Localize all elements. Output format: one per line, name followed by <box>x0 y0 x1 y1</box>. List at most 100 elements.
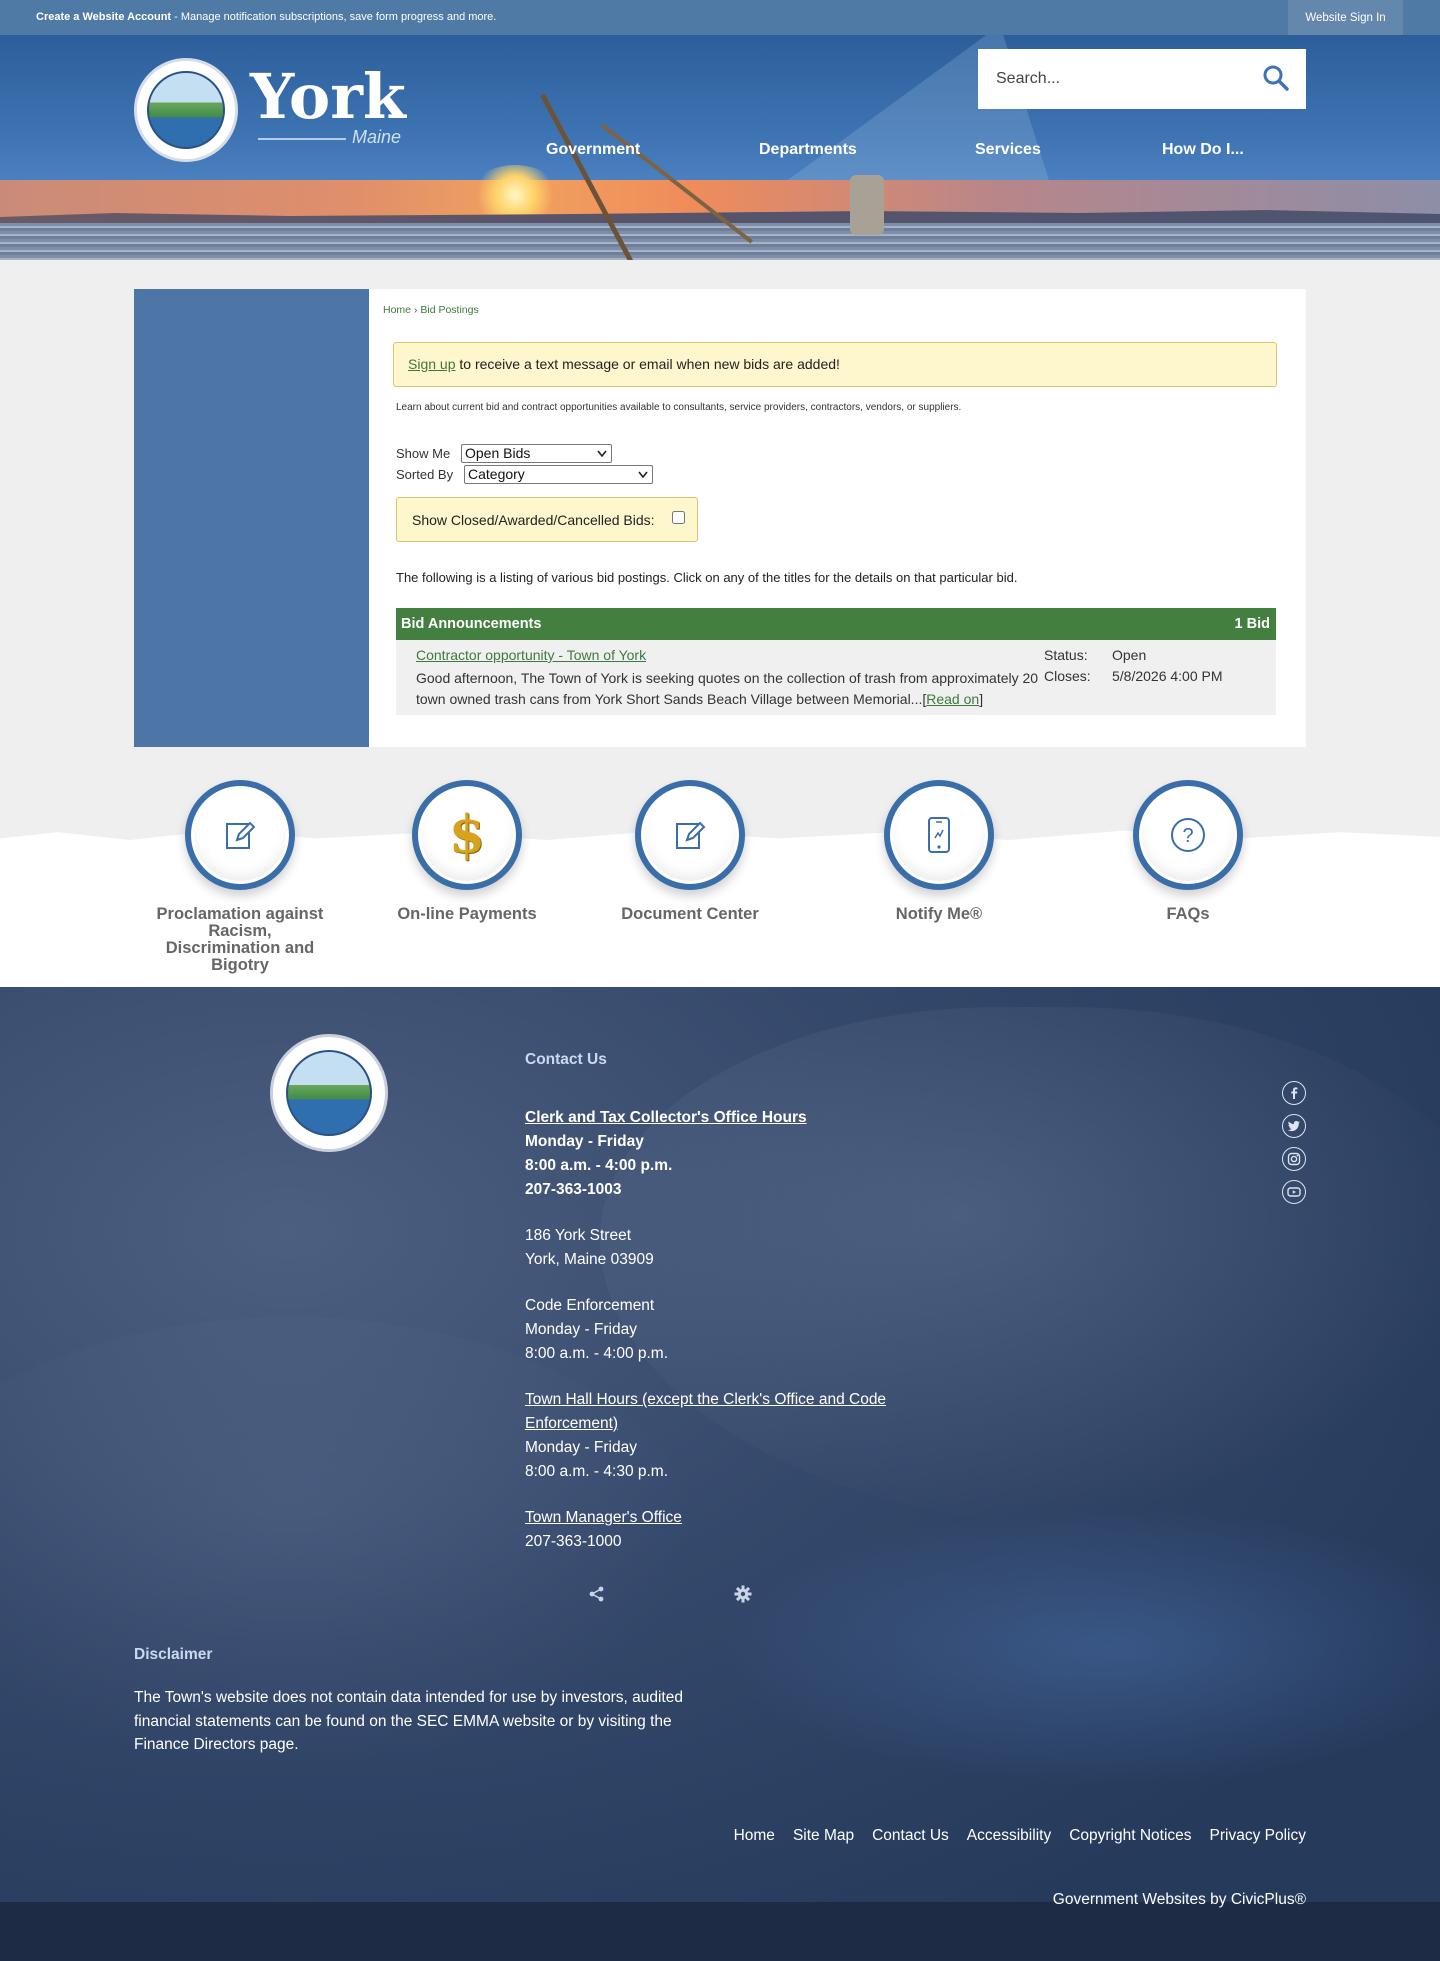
account-description: - Manage notification subscriptions, sav… <box>171 11 497 23</box>
sorted-by-label: Sorted By <box>396 467 454 482</box>
site-logo-wordmark[interactable]: York <box>250 66 406 128</box>
main-content: Home › Bid Postings Sign up to receive a… <box>369 289 1306 747</box>
show-closed-checkbox[interactable] <box>672 511 685 524</box>
search-input[interactable] <box>996 66 1236 92</box>
town-manager-phone: 207-363-1000 <box>525 1533 622 1550</box>
nav-how-do-i[interactable]: How Do I... <box>1162 141 1244 159</box>
instagram-link[interactable] <box>1282 1147 1306 1171</box>
search-button[interactable] <box>1260 63 1292 95</box>
breadcrumb-home[interactable]: Home <box>383 304 411 316</box>
show-me-value: Open Bids <box>465 445 531 461</box>
twitter-icon <box>1287 1121 1300 1132</box>
quick-link-document-center[interactable]: Document Center <box>600 780 780 923</box>
closes-label: Closes: <box>1044 668 1091 684</box>
town-hall-days: Monday - Friday <box>525 1439 637 1456</box>
closes-value: 5/8/2026 4:00 PM <box>1112 668 1223 684</box>
left-sidebar <box>134 289 369 747</box>
disclaimer-heading: Disclaimer <box>134 1646 213 1663</box>
read-on-link[interactable]: Read on <box>926 691 979 707</box>
mobile-phone-icon <box>928 817 950 853</box>
signup-notice: Sign up to receive a text message or ema… <box>393 342 1277 387</box>
town-hall-hours-link[interactable]: Town Hall Hours (except the Clerk's Offi… <box>525 1391 886 1432</box>
footer-town-seal <box>270 1034 388 1152</box>
instagram-icon <box>1287 1152 1301 1166</box>
show-me-label: Show Me <box>396 446 451 461</box>
quick-link-label: On-line Payments <box>397 905 537 923</box>
chevron-down-icon <box>597 450 607 458</box>
search-icon <box>1263 65 1289 91</box>
civicplus-credit[interactable]: Government Websites by CivicPlus® <box>1053 1891 1306 1909</box>
youtube-icon <box>1287 1187 1301 1197</box>
quick-link-label: Notify Me® <box>895 905 983 923</box>
code-enforcement-title: Code Enforcement <box>525 1297 655 1314</box>
clerk-hours-link[interactable]: Clerk and Tax Collector's Office Hours <box>525 1109 807 1126</box>
contact-us-block: Contact Us Clerk and Tax Collector's Off… <box>525 1048 945 1554</box>
breadcrumb-current[interactable]: Bid Postings <box>420 304 478 316</box>
address-line-2: York, Maine 03909 <box>525 1251 654 1268</box>
nav-services[interactable]: Services <box>975 141 1041 159</box>
edit-document-icon <box>226 821 256 849</box>
nav-departments[interactable]: Departments <box>759 141 857 159</box>
town-seal-logo[interactable] <box>134 58 238 162</box>
quick-link-proclamation[interactable]: Proclamation against Racism, Discriminat… <box>150 780 330 974</box>
signup-notice-text: to receive a text message or email when … <box>455 356 840 372</box>
quick-link-label: Proclamation against Racism, Discriminat… <box>156 905 324 974</box>
status-value: Open <box>1112 647 1147 663</box>
facebook-link[interactable] <box>1282 1081 1306 1105</box>
facebook-icon <box>1291 1087 1298 1099</box>
settings-button[interactable] <box>734 1585 752 1608</box>
bid-title-link[interactable]: Contractor opportunity - Town of York <box>416 647 646 663</box>
show-closed-filter: Show Closed/Awarded/Cancelled Bids: <box>396 497 698 542</box>
site-logo-subtitle: Maine <box>352 127 402 147</box>
breadcrumb-separator: › <box>411 304 421 316</box>
listing-note: The following is a listing of various bi… <box>396 570 1018 585</box>
footer-link-contact-us[interactable]: Contact Us <box>872 1827 949 1845</box>
show-closed-label: Show Closed/Awarded/Cancelled Bids: <box>412 512 655 528</box>
bid-count: 1 Bid <box>1234 616 1270 632</box>
sorted-by-value: Category <box>468 466 525 482</box>
question-icon: ? <box>1171 818 1205 852</box>
footer-link-copyright[interactable]: Copyright Notices <box>1069 1827 1191 1845</box>
quick-link-label: FAQs <box>1166 905 1210 923</box>
footer-link-site-map[interactable]: Site Map <box>793 1827 854 1845</box>
account-message: Create a Website Account - Manage notifi… <box>36 11 496 23</box>
code-enforcement-hours: 8:00 a.m. - 4:00 p.m. <box>525 1345 669 1362</box>
intro-text: Learn about current bid and contract opp… <box>396 402 962 413</box>
twitter-link[interactable] <box>1282 1114 1306 1138</box>
sign-up-link[interactable]: Sign up <box>408 356 455 372</box>
clerk-hours: 8:00 a.m. - 4:00 p.m. <box>525 1157 673 1174</box>
svg-text:?: ? <box>1182 825 1193 847</box>
edit-document-icon <box>676 821 706 849</box>
footer-links: Home Site Map Contact Us Accessibility C… <box>734 1827 1306 1845</box>
town-hall-hours: 8:00 a.m. - 4:30 p.m. <box>525 1463 669 1480</box>
bid-item: Contractor opportunity - Town of York Go… <box>396 640 1276 715</box>
address-line-1: 186 York Street <box>525 1227 631 1244</box>
contact-heading: Contact Us <box>525 1051 607 1068</box>
clerk-phone: 207-363-1003 <box>525 1181 622 1198</box>
chevron-down-icon <box>638 471 648 479</box>
footer-link-privacy[interactable]: Privacy Policy <box>1210 1827 1306 1845</box>
dollar-icon: $ <box>448 804 486 866</box>
code-enforcement-days: Monday - Friday <box>525 1321 637 1338</box>
create-account-link[interactable]: Create a Website Account <box>36 11 171 23</box>
gear-icon <box>734 1585 752 1603</box>
share-icon <box>589 1586 604 1602</box>
footer-link-accessibility[interactable]: Accessibility <box>967 1827 1051 1845</box>
quick-link-online-payments[interactable]: $ On-line Payments <box>377 780 557 923</box>
town-manager-link[interactable]: Town Manager's Office <box>525 1509 682 1526</box>
quick-link-notify-me[interactable]: Notify Me® <box>849 780 1029 923</box>
youtube-link[interactable] <box>1282 1180 1306 1204</box>
top-bar: Create a Website Account - Manage notifi… <box>0 0 1440 35</box>
clerk-days: Monday - Friday <box>525 1133 644 1150</box>
sign-in-button[interactable]: Website Sign In <box>1288 0 1403 35</box>
show-me-select[interactable]: Open Bids <box>461 444 612 463</box>
status-label: Status: <box>1044 647 1088 663</box>
quick-link-label: Document Center <box>621 905 759 923</box>
sorted-by-select[interactable]: Category <box>464 465 653 484</box>
quick-link-faqs[interactable]: ? FAQs <box>1098 780 1278 923</box>
search-box <box>978 49 1306 109</box>
footer-link-home[interactable]: Home <box>734 1827 775 1845</box>
bid-announcements-header: Bid Announcements 1 Bid <box>396 608 1276 640</box>
share-button[interactable] <box>588 1585 606 1608</box>
nav-government[interactable]: Government <box>546 141 640 159</box>
